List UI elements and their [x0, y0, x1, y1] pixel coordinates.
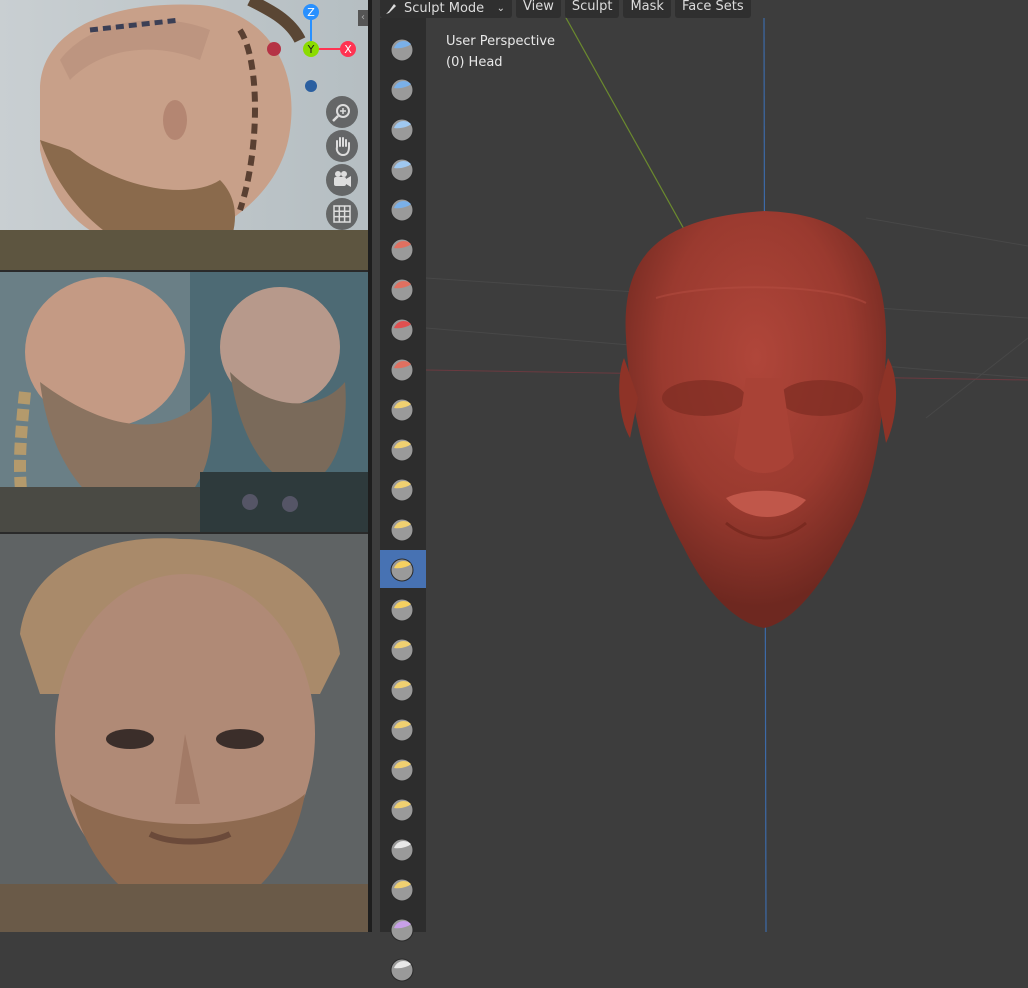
- reference-image-viewport[interactable]: Z Y X ‹: [0, 0, 368, 932]
- slide-relax-icon: [390, 878, 414, 902]
- tool-draw-sharp-icon[interactable]: [380, 30, 426, 68]
- clay-icon: [390, 78, 414, 102]
- tool-scrape-icon[interactable]: [380, 470, 426, 508]
- reference-photo-front: [0, 534, 368, 932]
- snake-hook-icon: [390, 678, 414, 702]
- tool-pinch-icon[interactable]: [380, 550, 426, 588]
- tool-snake-hook-icon[interactable]: [380, 670, 426, 708]
- tool-clay-thumb-icon[interactable]: [380, 150, 426, 188]
- tool-boundary-icon[interactable]: [380, 910, 426, 948]
- zoom-icon[interactable]: [326, 96, 358, 128]
- tool-pose-icon[interactable]: [380, 750, 426, 788]
- gizmo-y-label: Y: [307, 43, 315, 56]
- tool-fill-icon[interactable]: [380, 430, 426, 468]
- crease-icon: [390, 318, 414, 342]
- gizmo-z-label: Z: [307, 6, 315, 19]
- 3d-viewport[interactable]: [426, 18, 1028, 932]
- gizmo-x-label: X: [344, 43, 352, 56]
- active-object-label: (0) Head: [446, 55, 503, 70]
- tool-blob-icon[interactable]: [380, 270, 426, 308]
- tool-slide-relax-icon[interactable]: [380, 870, 426, 908]
- menu-sculpt[interactable]: Sculpt: [564, 0, 620, 18]
- reference-photo-group: [0, 272, 368, 532]
- tool-nudge-icon[interactable]: [380, 790, 426, 828]
- tool-clay-icon[interactable]: [380, 70, 426, 108]
- tool-inflate-icon[interactable]: [380, 230, 426, 268]
- menu-view[interactable]: View: [516, 0, 561, 18]
- tool-cloth-icon[interactable]: [380, 950, 426, 988]
- tool-rotate-icon[interactable]: [380, 830, 426, 868]
- grab-icon: [390, 598, 414, 622]
- menu-mask[interactable]: Mask: [623, 0, 671, 18]
- tool-multiplane-scrape-icon[interactable]: [380, 510, 426, 548]
- pose-icon: [390, 758, 414, 782]
- viewport-info: User Perspective (0) Head: [446, 31, 555, 73]
- brush-icon: [386, 4, 396, 14]
- area-divider[interactable]: [368, 0, 372, 932]
- clay-thumb-icon: [390, 158, 414, 182]
- fill-icon: [390, 438, 414, 462]
- boundary-icon: [390, 918, 414, 942]
- camera-icon[interactable]: [326, 164, 358, 196]
- pinch-icon: [390, 558, 414, 582]
- menu-face-sets[interactable]: Face Sets: [674, 0, 751, 18]
- chevron-down-icon: ⌄: [496, 3, 505, 14]
- mode-label: Sculpt Mode: [404, 1, 485, 16]
- pan-hand-icon[interactable]: [326, 130, 358, 162]
- tool-shelf: [380, 18, 426, 982]
- tool-thumb-icon[interactable]: [380, 710, 426, 748]
- tool-smooth-icon[interactable]: [380, 350, 426, 388]
- chevron-left-icon[interactable]: ‹: [358, 10, 368, 26]
- mode-selector[interactable]: Sculpt Mode ⌄: [380, 0, 512, 18]
- cloth-icon: [390, 958, 414, 982]
- smooth-icon: [390, 358, 414, 382]
- tool-elastic-deform-icon[interactable]: [380, 630, 426, 668]
- grid-icon[interactable]: [326, 198, 358, 230]
- blob-icon: [390, 278, 414, 302]
- tool-grab-icon[interactable]: [380, 590, 426, 628]
- rotate-icon: [390, 838, 414, 862]
- tool-crease-icon[interactable]: [380, 310, 426, 348]
- tool-clay-strips-icon[interactable]: [380, 110, 426, 148]
- navigation-gizmo[interactable]: Z Y X: [262, 0, 362, 96]
- draw-sharp-icon: [390, 38, 414, 62]
- inflate-icon: [390, 238, 414, 262]
- multiplane-scrape-icon: [390, 518, 414, 542]
- nudge-icon: [390, 798, 414, 822]
- layer-icon: [390, 198, 414, 222]
- flatten-icon: [390, 398, 414, 422]
- tool-layer-icon[interactable]: [380, 190, 426, 228]
- thumb-icon: [390, 718, 414, 742]
- clay-strips-icon: [390, 118, 414, 142]
- tool-flatten-icon[interactable]: [380, 390, 426, 428]
- scrape-icon: [390, 478, 414, 502]
- perspective-label: User Perspective: [446, 34, 556, 49]
- viewport-header: Sculpt Mode ⌄ View Sculpt Mask Face Sets: [372, 0, 751, 18]
- elastic-deform-icon: [390, 638, 414, 662]
